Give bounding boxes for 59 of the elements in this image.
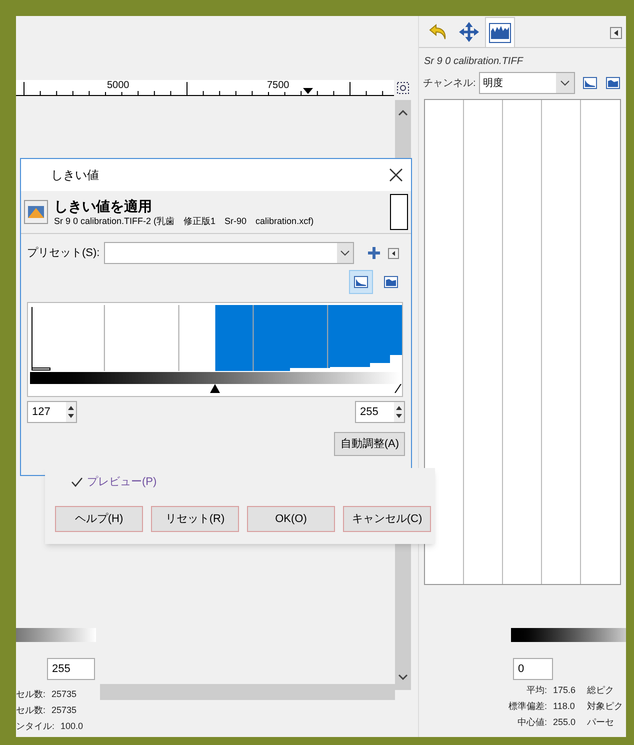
scroll-down-icon[interactable]: [398, 674, 408, 680]
threshold-spinner[interactable]: 127: [27, 401, 77, 423]
dialog-button[interactable]: キャンセル(C): [343, 506, 431, 532]
ruler-label: 5000: [105, 80, 130, 92]
histogram-tab[interactable]: [485, 17, 515, 47]
add-preset-icon[interactable]: [368, 247, 380, 259]
image-title: Sr 9 0 calibration.TIFF: [423, 55, 524, 69]
channel-dropdown[interactable]: 明度: [478, 72, 575, 94]
stat-value: 100.0: [60, 720, 84, 732]
zoom-icon[interactable]: [397, 82, 409, 94]
stat-label: 対象ピク: [587, 700, 623, 712]
stat-label: ンタイル:: [16, 720, 55, 732]
linear-histogram-icon: [354, 276, 368, 288]
stat-value: 25735: [52, 688, 77, 700]
log-histogram-icon: [384, 276, 398, 288]
histogram-icon: [489, 22, 511, 42]
stat-value: 255.0: [552, 716, 577, 728]
log-scale-button[interactable]: [604, 74, 622, 92]
dialog-subtitle: Sr 9 0 calibration.TIFF-2 (乳歯 修正版1 Sr-90 calibration.xcf): [54, 214, 315, 226]
stat-value: 25735: [52, 704, 77, 716]
image-preview: [390, 194, 408, 230]
dialog-title: しきい値: [51, 167, 100, 184]
stat-value: 118.0: [552, 700, 576, 712]
threshold-icon: [24, 200, 48, 224]
check-icon: [71, 476, 83, 488]
dialog-button[interactable]: OK(O): [247, 506, 335, 532]
chevron-icon: [560, 80, 570, 86]
value-spinner[interactable]: 0: [513, 658, 553, 680]
stat-label: 総ピク: [587, 684, 614, 696]
stat-label: 標準偏差:: [507, 700, 547, 712]
menu-icon[interactable]: [388, 248, 399, 258]
linear-scale-button[interactable]: [349, 270, 373, 294]
dialog-heading: しきい値を適用: [54, 198, 153, 214]
horizontal-scrollbar[interactable]: [100, 684, 395, 700]
threshold-spinner[interactable]: 255: [355, 401, 405, 423]
channel-label: チャンネル:: [423, 76, 476, 90]
close-button[interactable]: [389, 168, 403, 182]
configure-icon[interactable]: [610, 27, 622, 39]
undo-icon: [428, 23, 448, 41]
stat-value: 175.6: [552, 684, 577, 696]
chevron-icon: [340, 250, 350, 256]
linear-scale-button[interactable]: [580, 74, 598, 92]
stat-label: パーセ: [587, 716, 614, 728]
dialog-button[interactable]: ヘルプ(H): [55, 506, 143, 532]
stat-label: セル数:: [16, 704, 46, 716]
scroll-up-icon[interactable]: [398, 110, 408, 116]
value-spinner[interactable]: 255: [47, 658, 95, 680]
preview-checkbox[interactable]: プレビュー(P): [71, 474, 157, 490]
stat-label: 中心値:: [516, 716, 547, 728]
move-icon: [459, 22, 479, 42]
preset-label: プリセット(S):: [27, 246, 100, 261]
auto-adjust-button[interactable]: 自動調整(A): [334, 432, 405, 456]
log-histogram-icon: [606, 77, 620, 89]
linear-histogram-icon: [582, 77, 597, 89]
ruler-label: 7500: [265, 80, 290, 92]
high-threshold-handle[interactable]: [394, 384, 402, 393]
stat-label: セル数:: [16, 688, 46, 700]
stat-label: 平均:: [525, 684, 547, 696]
dialog-button[interactable]: リセット(R): [151, 506, 239, 532]
